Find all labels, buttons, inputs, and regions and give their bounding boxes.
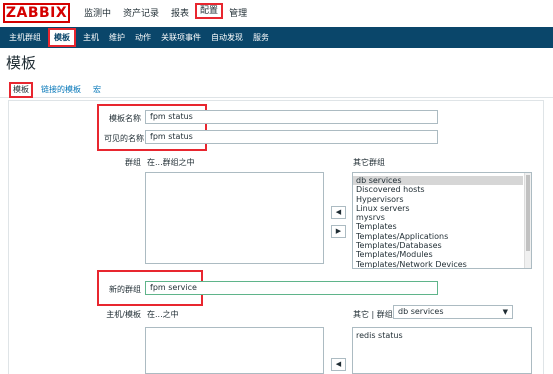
other-groups-label: 其它群组: [353, 158, 385, 167]
new-group-label: 新的群组: [109, 285, 141, 294]
sub-navigation: 主机群组 模板 主机 维护 动作 关联项事件 自动发现 服务: [0, 27, 553, 48]
subnav-discovery[interactable]: 自动发现: [206, 27, 248, 48]
host-template-label: 主机/模板: [106, 310, 141, 319]
menu-monitoring[interactable]: 监测中: [78, 6, 117, 19]
arrow-left-icon: ◀: [335, 208, 342, 216]
list-item[interactable]: Templates/Databases: [353, 241, 531, 250]
subnav-maintenance[interactable]: 维护: [104, 27, 130, 48]
in-groups-label: 在...群组之中: [147, 158, 195, 167]
move-left-hosts-button[interactable]: ◀: [331, 358, 346, 371]
menu-configuration[interactable]: 配置: [195, 3, 224, 19]
scroll-thumb[interactable]: [526, 175, 530, 251]
subnav-actions[interactable]: 动作: [130, 27, 156, 48]
template-name-label: 模板名称: [109, 114, 141, 123]
other-group-select-value: db services: [398, 307, 444, 316]
groups-label: 群组: [125, 158, 141, 167]
subnav-services[interactable]: 服务: [248, 27, 274, 48]
other-group-select[interactable]: db services ▼: [393, 305, 513, 319]
list-item[interactable]: mysrvs: [353, 213, 531, 222]
arrow-left-icon: ◀: [335, 360, 342, 368]
tab-template[interactable]: 模板: [9, 82, 33, 98]
subnav-templates[interactable]: 模板: [48, 28, 76, 47]
form-tabs: 模板 链接的模板 宏: [0, 82, 553, 98]
list-item[interactable]: db services: [353, 176, 523, 186]
in-hosts-list[interactable]: [145, 327, 324, 374]
tab-macros[interactable]: 宏: [93, 84, 101, 95]
page-title: 模板: [6, 54, 37, 72]
main-menu: 监测中 资产记录 报表 配置 管理: [78, 3, 253, 19]
list-item[interactable]: Templates/Applications: [353, 232, 531, 241]
visible-name-label: 可见的名称: [104, 134, 144, 143]
subnav-hosts[interactable]: 主机: [78, 27, 104, 48]
tab-linked-templates[interactable]: 链接的模板: [41, 84, 81, 95]
visible-name-input[interactable]: fpm status: [145, 130, 438, 144]
list-item[interactable]: Discovered hosts: [353, 185, 531, 194]
in-groups-list[interactable]: [145, 172, 324, 264]
list-item[interactable]: Templates/Network Devices: [353, 260, 531, 268]
list-item[interactable]: redis status: [353, 331, 531, 340]
subnav-host-groups[interactable]: 主机群组: [4, 27, 46, 48]
move-right-button[interactable]: ▶: [331, 225, 346, 238]
list-item[interactable]: Templates: [353, 222, 531, 231]
arrow-right-icon: ▶: [335, 227, 342, 235]
other-hosts-list[interactable]: redis status: [352, 327, 532, 374]
menu-reports[interactable]: 报表: [165, 6, 195, 19]
top-bar: ZABBIX 监测中 资产记录 报表 配置 管理: [0, 0, 553, 27]
other-group-label: 其它 | 群组: [353, 310, 393, 319]
zabbix-logo[interactable]: ZABBIX: [3, 3, 70, 23]
other-groups-list[interactable]: db services Discovered hosts Hypervisors…: [352, 172, 532, 269]
in-label: 在...之中: [147, 310, 179, 319]
scrollbar[interactable]: [524, 173, 531, 268]
list-item[interactable]: Linux servers: [353, 204, 531, 213]
menu-administration[interactable]: 管理: [223, 6, 253, 19]
chevron-down-icon: ▼: [502, 308, 508, 316]
list-item[interactable]: Hypervisors: [353, 195, 531, 204]
new-group-input[interactable]: fpm service: [145, 281, 438, 295]
move-left-button[interactable]: ◀: [331, 206, 346, 219]
subnav-correlation[interactable]: 关联项事件: [156, 27, 206, 48]
list-item[interactable]: Templates/Modules: [353, 250, 531, 259]
menu-inventory[interactable]: 资产记录: [117, 6, 165, 19]
template-name-input[interactable]: fpm status: [145, 110, 438, 124]
